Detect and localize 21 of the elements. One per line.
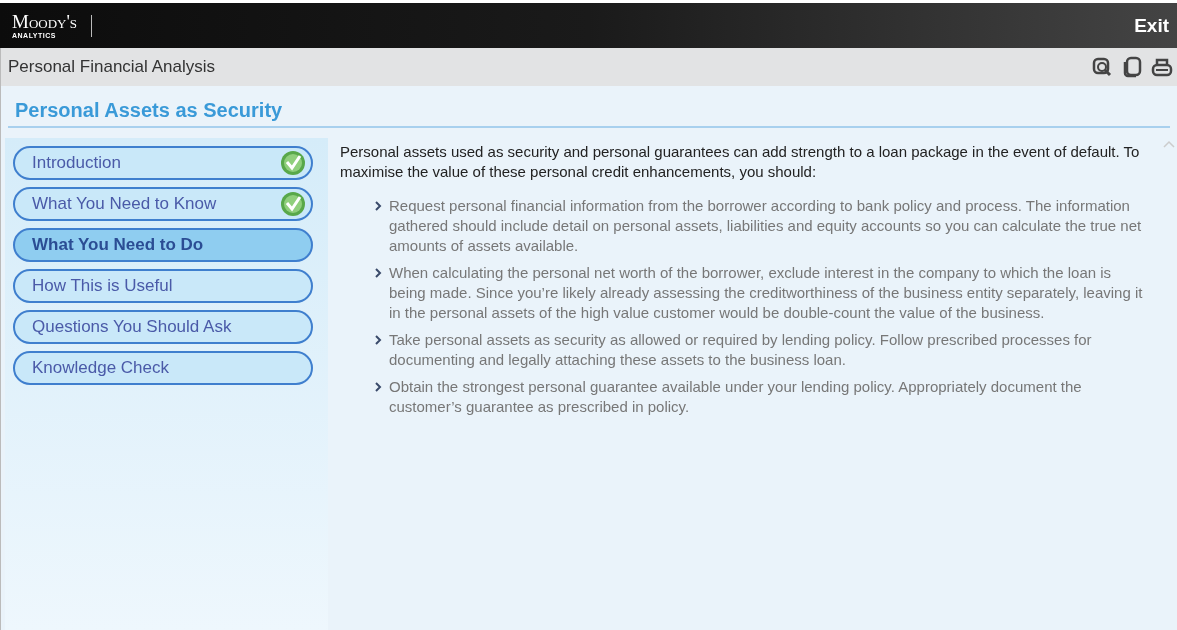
chevron-icon (374, 335, 382, 345)
course-title: Personal Financial Analysis (8, 57, 215, 77)
chevron-icon (374, 382, 382, 392)
bullet-text: When calculating the personal net worth of the borrower, exclude interest in the company to which the loan is being made. Since you’re likely already assessing the creditworthiness of the business entity separately, leaving it in the personal assets of the high value customer would be double-count the value of the business. (389, 263, 1144, 323)
bullet-text: Obtain the strongest personal guarantee available under your lending policy. Appropriately document the customer’s guarantee as prescribed in policy. (389, 377, 1083, 417)
print-icon[interactable] (1151, 56, 1173, 78)
chevron-icon (374, 201, 382, 211)
nav-item[interactable]: Knowledge Check (13, 351, 313, 385)
exit-button[interactable]: Exit (1132, 14, 1171, 37)
chevron-icon (374, 268, 382, 278)
bullet-text: Request personal financial information from the borrower according to bank policy and process. The information gathered should include detail on personal assets, liabilities and equity accounts so you can calculate the true net amounts of assets available. (389, 196, 1143, 256)
nav-item[interactable]: What You Need to Know (13, 187, 313, 221)
copy-icon[interactable] (1121, 56, 1143, 78)
nav-item[interactable]: Questions You Should Ask (13, 310, 313, 344)
nav-item[interactable]: How This is Useful (13, 269, 313, 303)
page-heading: Personal Assets as Security (8, 99, 1170, 128)
search-icon[interactable] (1091, 56, 1113, 78)
nav-item[interactable]: What You Need to Do (13, 228, 313, 262)
bullet-text: Take personal assets as security as allowed or required by lending policy. Follow prescribed processes for documenting and legally attaching these assets to the business loan. (389, 330, 1093, 370)
intro-paragraph: Personal assets used as security and personal guarantees can add strength to a loan package in the event of default. To maximise the value of these personal credit enhancements, you should: (340, 142, 1141, 182)
nav-item[interactable]: Introduction (13, 146, 313, 180)
